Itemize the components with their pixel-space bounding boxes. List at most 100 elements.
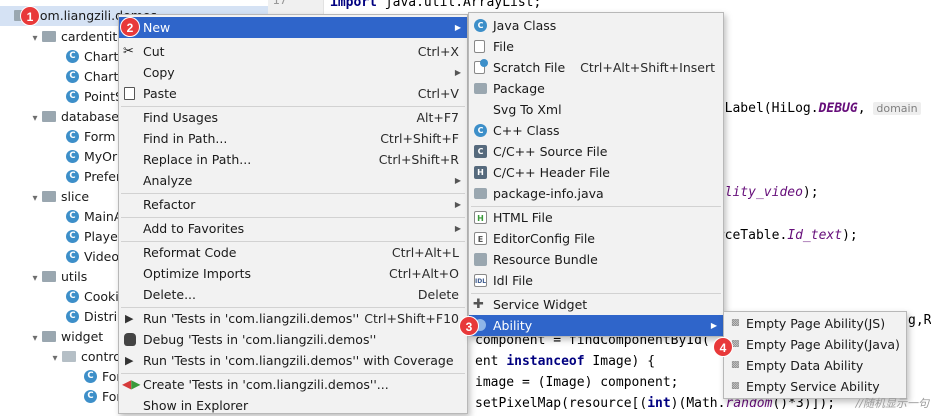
menu-item-refactor[interactable]: Refactor ▶ xyxy=(119,194,467,215)
menu-item-empty-page-ability-java[interactable]: ▩ Empty Page Ability(Java) xyxy=(724,334,906,355)
menu-item-run-tests[interactable]: ▶ Run 'Tests in 'com.liangzili.demos'' Ctr… xyxy=(119,308,467,329)
tree-item[interactable]: ▾ cardentit xyxy=(28,27,117,47)
tree-item-label: Video xyxy=(84,249,120,264)
tree-item[interactable]: C For xyxy=(84,367,122,387)
menu-item-empty-service-ability[interactable]: ▩ Empty Service Ability xyxy=(724,376,906,397)
class-icon: C xyxy=(66,170,79,183)
tree-item[interactable]: C Player xyxy=(66,227,123,247)
tree-item[interactable]: C For xyxy=(84,387,122,407)
tree-item-label: widget xyxy=(61,329,104,344)
code-line: bility_video); xyxy=(709,185,819,200)
menu-item-delete[interactable]: Delete... Delete xyxy=(119,284,467,305)
tree-item[interactable]: ▾ widget xyxy=(28,327,103,347)
create-test-icon: ◀▶ xyxy=(122,377,141,391)
tree-item-label: Prefer xyxy=(84,169,122,184)
tree-item[interactable]: C Form xyxy=(66,127,116,147)
tree-item[interactable]: C PointS xyxy=(66,87,123,107)
tree-item[interactable]: ▾ utils xyxy=(28,267,87,287)
step-badge-1: 1 xyxy=(20,6,40,26)
menu-item-run-with-coverage[interactable]: ▶ Run 'Tests in 'com.liangzili.demos'' wi… xyxy=(119,350,467,371)
menu-item-optimize-imports[interactable]: Optimize Imports Ctrl+Alt+O xyxy=(119,263,467,284)
scissors-icon: ✂ xyxy=(123,44,134,59)
class-icon: C xyxy=(66,250,79,263)
menu-item-java-class[interactable]: C Java Class xyxy=(469,15,723,36)
chevron-right-icon: ▶ xyxy=(454,23,461,32)
chevron-right-icon: ▶ xyxy=(454,68,461,77)
menu-item-find-usages[interactable]: Find Usages Alt+F7 xyxy=(119,107,467,128)
tree-item[interactable]: C Video xyxy=(66,247,119,267)
debug-icon xyxy=(124,333,136,346)
editorconfig-icon: E xyxy=(474,232,487,245)
package-info-icon xyxy=(474,188,487,199)
tree-item[interactable]: C MyOr xyxy=(66,147,117,167)
tree-item[interactable]: ▾ contro xyxy=(48,347,120,369)
resource-bundle-icon xyxy=(474,253,487,266)
chevron-right-icon: ▶ xyxy=(454,176,461,185)
tree-item[interactable]: ▾ slice xyxy=(28,187,89,207)
service-widget-icon: ✚ xyxy=(473,297,484,312)
code-line: g,R xyxy=(908,313,931,328)
menu-item-debug-tests[interactable]: Debug 'Tests in 'com.liangzili.demos'' xyxy=(119,329,467,350)
menu-item-resource-bundle[interactable]: Resource Bundle xyxy=(469,249,723,270)
tree-item[interactable]: C Distrib xyxy=(66,307,125,327)
menu-item-cpp-class[interactable]: C C++ Class xyxy=(469,120,723,141)
tree-item-label: MyOr xyxy=(84,149,118,164)
step-badge-3: 3 xyxy=(459,316,479,336)
clipboard-icon xyxy=(124,87,135,100)
menu-item-html-file[interactable]: H HTML File xyxy=(469,207,723,228)
ability-item-icon: ▩ xyxy=(731,360,740,370)
chevron-down-icon[interactable]: ▾ xyxy=(48,349,62,369)
html-file-icon: H xyxy=(474,211,487,224)
class-icon: C xyxy=(66,230,79,243)
tree-item-label: ChartI xyxy=(84,49,123,64)
tree-item-label: Form xyxy=(84,129,116,144)
menu-item-analyze[interactable]: Analyze ▶ xyxy=(119,170,467,191)
tree-item[interactable]: C Cooki xyxy=(66,287,119,307)
menu-item-svg-to-xml[interactable]: Svg To Xml xyxy=(469,99,723,120)
chevron-down-icon[interactable]: ▾ xyxy=(28,269,42,289)
menu-item-paste[interactable]: Paste Ctrl+V xyxy=(119,83,467,104)
file-icon xyxy=(474,40,485,53)
menu-item-c-source-file[interactable]: C C/C++ Source File xyxy=(469,141,723,162)
idl-file-icon: IDL xyxy=(474,274,487,287)
menu-item-empty-data-ability[interactable]: ▩ Empty Data Ability xyxy=(724,355,906,376)
menu-item-create-tests[interactable]: ◀▶ Create 'Tests in 'com.liangzili.demos'… xyxy=(119,374,467,395)
tree-item-label: utils xyxy=(61,269,88,284)
code-line: ogLabel(HiLog.DEBUG, domain xyxy=(709,99,921,119)
class-icon: C xyxy=(84,370,97,383)
menu-item-editorconfig-file[interactable]: E EditorConfig File xyxy=(469,228,723,249)
menu-item-add-to-favorites[interactable]: Add to Favorites ▶ xyxy=(119,218,467,239)
java-class-icon: C xyxy=(474,19,487,32)
menu-item-cut[interactable]: ✂ Cut Ctrl+X xyxy=(119,41,467,62)
step-badge-2: 2 xyxy=(120,17,140,37)
menu-item-c-header-file[interactable]: H C/C++ Header File xyxy=(469,162,723,183)
tree-item[interactable]: C Prefer xyxy=(66,167,121,187)
tree-item[interactable]: ▾ database xyxy=(28,107,118,129)
parameter-hint: domain xyxy=(873,102,921,115)
menu-item-scratch-file[interactable]: Scratch File Ctrl+Alt+Shift+Insert xyxy=(469,57,723,78)
class-icon: C xyxy=(84,390,97,403)
ability-submenu: ▩ Empty Page Ability(JS) ▩ Empty Page Abil… xyxy=(723,311,907,399)
context-menu: New ▶ ✂ Cut Ctrl+X Copy ▶ Paste Ctrl+V Find U… xyxy=(118,14,468,414)
chevron-down-icon[interactable]: ▾ xyxy=(28,189,42,209)
menu-item-new[interactable]: New ▶ xyxy=(119,17,467,38)
tree-item[interactable]: C ChartI xyxy=(66,67,122,87)
package-icon xyxy=(42,271,56,282)
menu-item-file[interactable]: File xyxy=(469,36,723,57)
menu-item-ability[interactable]: Ability ▶ xyxy=(469,315,723,336)
chevron-down-icon[interactable]: ▾ xyxy=(28,329,42,349)
menu-item-copy[interactable]: Copy ▶ xyxy=(119,62,467,83)
chevron-down-icon[interactable]: ▾ xyxy=(28,109,42,129)
tree-item[interactable]: C MainA xyxy=(66,207,122,227)
menu-item-service-widget[interactable]: ✚ Service Widget xyxy=(469,294,723,315)
menu-item-idl-file[interactable]: IDL Idl File xyxy=(469,270,723,291)
menu-item-reformat-code[interactable]: Reformat Code Ctrl+Alt+L xyxy=(119,242,467,263)
tree-item[interactable]: C ChartI xyxy=(66,47,122,67)
menu-item-empty-page-ability-js[interactable]: ▩ Empty Page Ability(JS) xyxy=(724,313,906,334)
chevron-down-icon[interactable]: ▾ xyxy=(28,29,42,49)
ability-item-icon: ▩ xyxy=(731,318,740,328)
menu-item-package[interactable]: Package xyxy=(469,78,723,99)
menu-item-package-info[interactable]: package-info.java xyxy=(469,183,723,204)
menu-item-replace-in-path[interactable]: Replace in Path... Ctrl+Shift+R xyxy=(119,149,467,170)
menu-item-find-in-path[interactable]: Find in Path... Ctrl+Shift+F xyxy=(119,128,467,149)
